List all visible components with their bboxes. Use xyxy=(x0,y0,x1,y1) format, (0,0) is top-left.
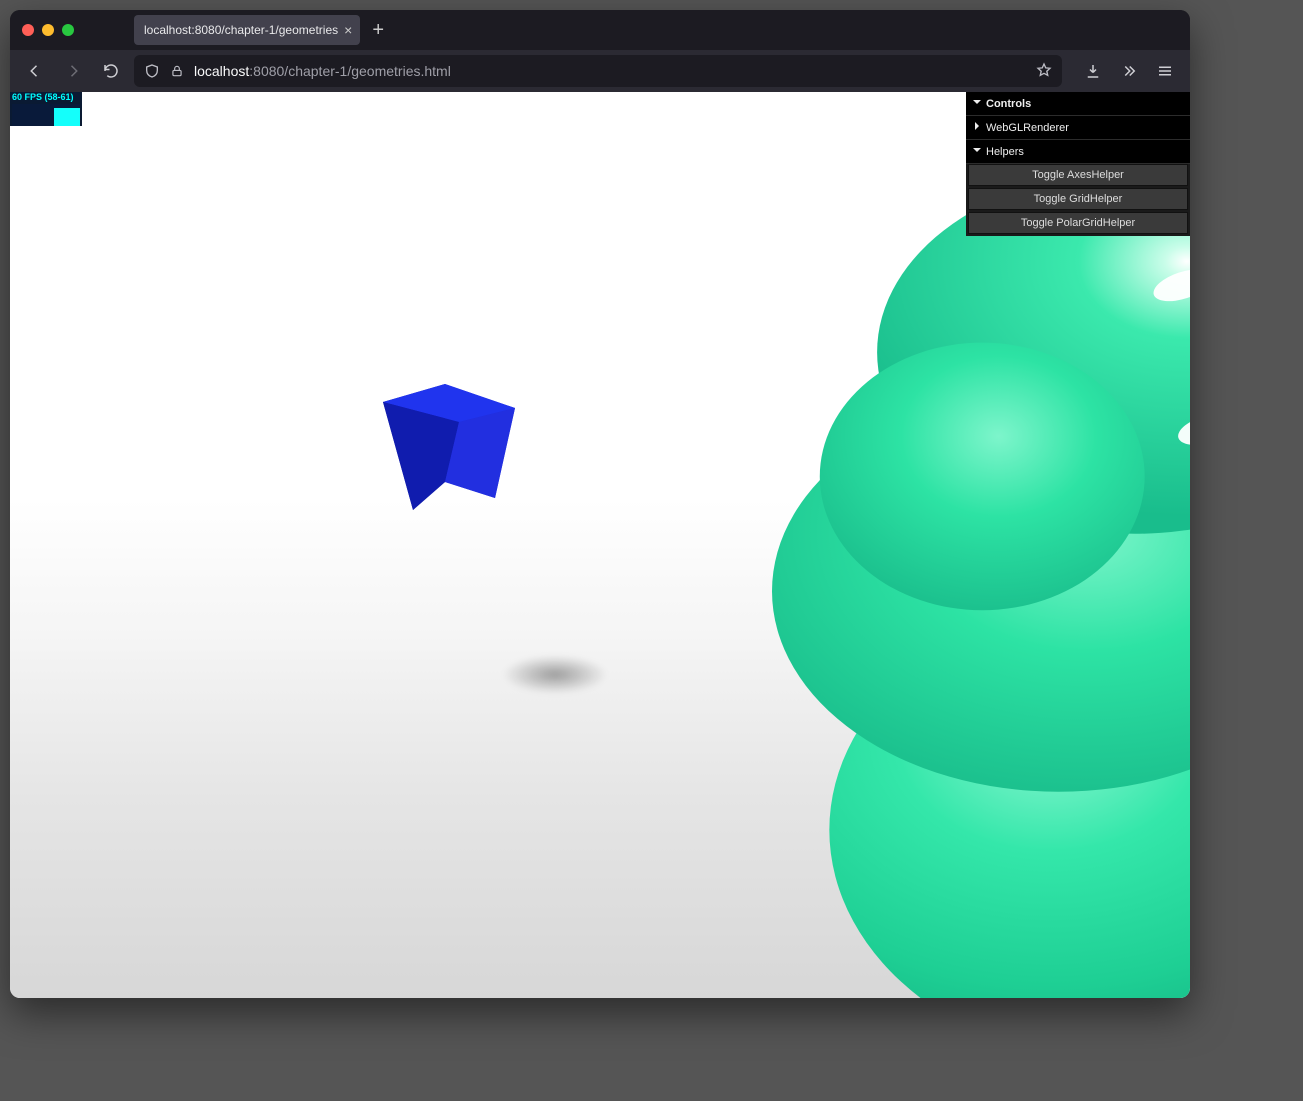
downloads-button[interactable] xyxy=(1078,56,1108,86)
close-window-button[interactable] xyxy=(22,24,34,36)
url-bar[interactable]: localhost:8080/chapter-1/geometries.html xyxy=(134,55,1062,87)
window-controls xyxy=(22,24,74,36)
forward-button xyxy=(58,56,88,86)
url-path: :8080/chapter-1/geometries.html xyxy=(249,63,451,79)
chevrons-right-icon xyxy=(1120,62,1138,80)
gui-folder-label: WebGLRenderer xyxy=(986,122,1069,134)
reload-icon xyxy=(102,62,120,80)
gui-folder-label: Controls xyxy=(986,98,1031,110)
toggle-gridhelper-button[interactable]: Toggle GridHelper xyxy=(968,188,1188,210)
cube-mesh xyxy=(365,372,525,532)
gui-folder-helpers[interactable]: Helpers xyxy=(966,140,1190,164)
back-button[interactable] xyxy=(20,56,50,86)
maximize-window-button[interactable] xyxy=(62,24,74,36)
reload-button[interactable] xyxy=(96,56,126,86)
new-tab-button[interactable]: + xyxy=(372,19,384,42)
gui-panel: Controls WebGLRenderer Helpers Toggle Ax… xyxy=(966,92,1190,236)
gui-folder-label: Helpers xyxy=(986,146,1024,158)
gui-folder-webglrenderer[interactable]: WebGLRenderer xyxy=(966,116,1190,140)
arrow-right-icon xyxy=(64,62,82,80)
url-text: localhost:8080/chapter-1/geometries.html xyxy=(194,63,1026,79)
lock-icon xyxy=(170,64,184,78)
toggle-polargridhelper-button[interactable]: Toggle PolarGridHelper xyxy=(968,212,1188,234)
chevron-down-icon xyxy=(972,145,986,158)
arrow-left-icon xyxy=(26,62,44,80)
toolbar: localhost:8080/chapter-1/geometries.html xyxy=(10,50,1190,92)
fps-stats[interactable]: 60 FPS (58-61) xyxy=(10,92,82,126)
chevron-right-icon xyxy=(972,121,986,134)
bookmark-icon[interactable] xyxy=(1036,62,1052,81)
chevron-down-icon xyxy=(972,97,986,110)
tab-strip: localhost:8080/chapter-1/geometries × + xyxy=(10,10,1190,50)
fps-graph-bar xyxy=(54,108,80,126)
browser-tab[interactable]: localhost:8080/chapter-1/geometries × xyxy=(134,15,360,45)
toggle-axeshelper-button[interactable]: Toggle AxesHelper xyxy=(968,164,1188,186)
fps-text: 60 FPS (58-61) xyxy=(12,93,80,103)
url-host: localhost xyxy=(194,63,249,79)
cube-shadow xyxy=(480,647,630,702)
toolbar-right xyxy=(1078,56,1180,86)
button-label: Toggle AxesHelper xyxy=(1032,169,1124,181)
fps-graph xyxy=(12,104,80,126)
page-content: 60 FPS (58-61) Controls WebGLRenderer He… xyxy=(10,92,1190,998)
close-tab-icon[interactable]: × xyxy=(344,23,352,37)
hamburger-icon xyxy=(1156,62,1174,80)
button-label: Toggle GridHelper xyxy=(1034,193,1123,205)
gui-folder-controls[interactable]: Controls xyxy=(966,92,1190,116)
minimize-window-button[interactable] xyxy=(42,24,54,36)
torus-knot-mesh xyxy=(720,142,1190,998)
overflow-button[interactable] xyxy=(1114,56,1144,86)
browser-window: localhost:8080/chapter-1/geometries × + … xyxy=(10,10,1190,998)
app-menu-button[interactable] xyxy=(1150,56,1180,86)
shield-icon xyxy=(144,63,160,79)
download-icon xyxy=(1084,62,1102,80)
tab-title: localhost:8080/chapter-1/geometries xyxy=(144,23,338,37)
button-label: Toggle PolarGridHelper xyxy=(1021,217,1135,229)
